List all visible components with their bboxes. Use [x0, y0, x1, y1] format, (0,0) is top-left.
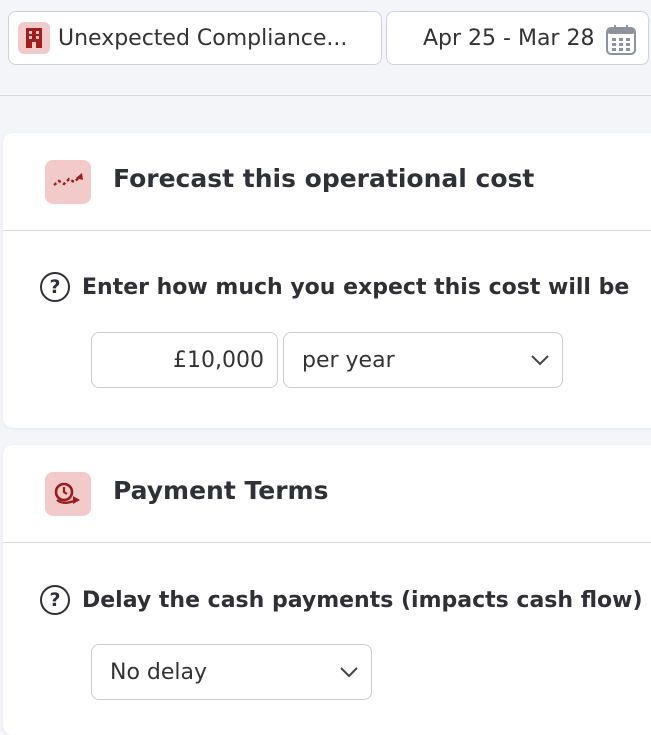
period-value: per year	[302, 347, 395, 373]
entity-selector-button[interactable]: Unexpected Compliance...	[8, 11, 382, 65]
entity-label: Unexpected Compliance...	[58, 25, 348, 51]
toolbar-divider	[0, 95, 651, 96]
forecast-question: Enter how much you expect this cost will…	[82, 274, 630, 300]
chevron-down-icon	[340, 667, 358, 678]
forecast-question-row: ? Enter how much you expect this cost wi…	[40, 272, 629, 302]
help-icon[interactable]: ?	[40, 585, 70, 615]
payment-question: Delay the cash payments (impacts cash fl…	[82, 587, 643, 613]
chevron-down-icon	[531, 355, 549, 366]
delay-value: No delay	[110, 659, 208, 685]
forecast-card: Forecast this operational cost ? Enter h…	[3, 133, 651, 428]
trend-up-icon	[45, 160, 91, 204]
delay-select[interactable]: No delay	[91, 644, 372, 700]
date-range-label: Apr 25 - Mar 28	[423, 25, 595, 51]
forecast-card-header: Forecast this operational cost	[3, 133, 651, 231]
date-range-button[interactable]: Apr 25 - Mar 28	[386, 11, 649, 65]
forecast-title: Forecast this operational cost	[113, 164, 535, 193]
payment-title: Payment Terms	[113, 476, 329, 505]
payment-question-row: ? Delay the cash payments (impacts cash …	[40, 585, 643, 615]
amount-input[interactable]: £10,000	[91, 332, 278, 388]
payment-delay-icon	[45, 472, 91, 516]
building-icon	[18, 22, 50, 54]
period-select[interactable]: per year	[283, 332, 563, 388]
amount-value: £10,000	[173, 347, 264, 373]
payment-terms-card: Payment Terms ? Delay the cash payments …	[3, 445, 651, 735]
payment-card-header: Payment Terms	[3, 445, 651, 543]
calendar-icon	[605, 24, 637, 60]
help-icon[interactable]: ?	[40, 272, 70, 302]
